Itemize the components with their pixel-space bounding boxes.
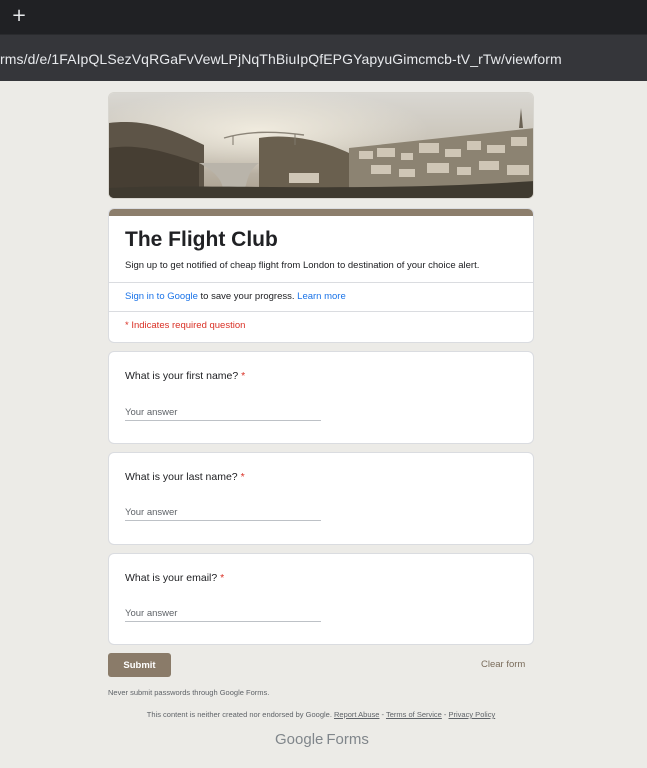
- question-card-last-name: What is your last name? *: [108, 452, 534, 545]
- browser-tab-bar: +: [0, 0, 647, 34]
- sign-in-link[interactable]: Sign in to Google: [125, 291, 198, 302]
- question-label: What is your first name? *: [125, 370, 245, 382]
- separator: -: [441, 710, 449, 719]
- clear-form-button[interactable]: Clear form: [481, 659, 525, 670]
- required-note: * Indicates required question: [125, 320, 246, 331]
- signin-row: Sign in to Google to save your progress.…: [125, 291, 346, 302]
- disclaimer: This content is neither created nor endo…: [108, 710, 534, 719]
- logo-forms-text: Forms: [326, 731, 369, 748]
- learn-more-link[interactable]: Learn more: [297, 291, 346, 302]
- form-title: The Flight Club: [125, 228, 278, 251]
- question-label: What is your email? *: [125, 572, 224, 584]
- required-star: *: [220, 572, 225, 584]
- terms-link[interactable]: Terms of Service: [386, 710, 442, 719]
- google-forms-logo[interactable]: Google Forms: [275, 731, 369, 748]
- address-bar[interactable]: rms/d/e/1FAIpQLSezVqRGaFvVewLPjNqThBiuIp…: [0, 34, 647, 81]
- header-image: [108, 92, 534, 199]
- new-tab-button[interactable]: +: [11, 6, 27, 26]
- privacy-link[interactable]: Privacy Policy: [449, 710, 496, 719]
- last-name-input[interactable]: [125, 505, 321, 521]
- disclaimer-text: This content is neither created nor endo…: [146, 710, 334, 719]
- form-description: Sign up to get notified of cheap flight …: [125, 260, 480, 271]
- signin-text: to save your progress.: [197, 291, 298, 302]
- divider: [109, 282, 533, 283]
- required-star: *: [240, 471, 245, 483]
- divider: [109, 311, 533, 312]
- question-text: What is your email?: [125, 572, 218, 584]
- header-accent-bar: [109, 209, 533, 216]
- submit-button[interactable]: Submit: [108, 653, 171, 677]
- question-card-first-name: What is your first name? *: [108, 351, 534, 444]
- required-star: *: [241, 370, 246, 382]
- form-header-card: The Flight Club Sign up to get notified …: [108, 208, 534, 343]
- report-abuse-link[interactable]: Report Abuse: [334, 710, 379, 719]
- question-text: What is your last name?: [125, 471, 238, 483]
- banner-photo: [109, 93, 533, 198]
- password-warning: Never submit passwords through Google Fo…: [108, 688, 270, 697]
- email-input[interactable]: [125, 606, 321, 622]
- logo-google-text: Google: [275, 731, 324, 748]
- question-label: What is your last name? *: [125, 471, 245, 483]
- first-name-input[interactable]: [125, 405, 321, 421]
- question-card-email: What is your email? *: [108, 553, 534, 645]
- question-text: What is your first name?: [125, 370, 239, 382]
- url-text[interactable]: rms/d/e/1FAIpQLSezVqRGaFvVewLPjNqThBiuIp…: [0, 51, 562, 67]
